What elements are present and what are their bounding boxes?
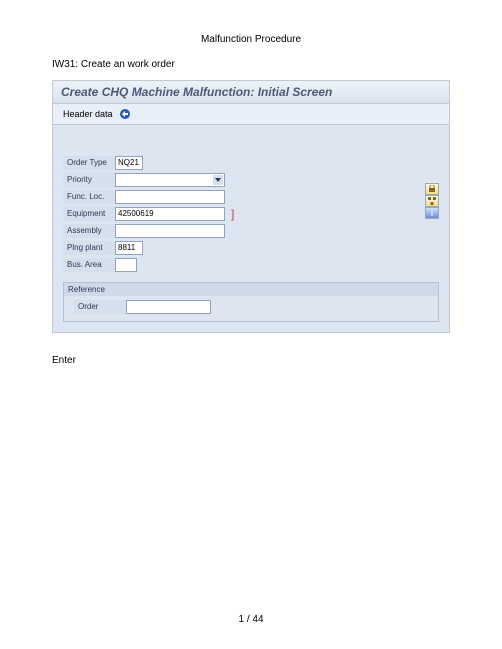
label-bus-area: Bus. Area xyxy=(63,258,115,272)
input-bus-area[interactable] xyxy=(115,258,137,272)
row-order-type: Order Type xyxy=(63,155,439,170)
enter-text: Enter xyxy=(0,333,502,366)
sap-panel: Create CHQ Machine Malfunction: Initial … xyxy=(52,80,450,333)
lock-icon[interactable] xyxy=(425,183,439,195)
panel-title: Create CHQ Machine Malfunction: Initial … xyxy=(53,81,449,104)
input-order-type[interactable] xyxy=(115,156,143,170)
row-bus-area: Bus. Area xyxy=(63,257,439,272)
row-func-loc: Func. Loc. xyxy=(63,189,439,204)
chevron-down-icon xyxy=(213,175,223,185)
input-assembly[interactable] xyxy=(115,224,225,238)
row-equipment: Equipment ] xyxy=(63,206,439,221)
page-number: 1 / 44 xyxy=(0,614,502,625)
row-plng-plant: Plng plant xyxy=(63,240,439,255)
required-marker-icon: ] xyxy=(231,207,234,221)
input-func-loc[interactable] xyxy=(115,190,225,204)
form-area: Order Type Priority Func. Loc. Equipment… xyxy=(53,125,449,332)
row-assembly: Assembly xyxy=(63,223,439,238)
info-icon[interactable]: i xyxy=(425,207,439,219)
structure-icon[interactable] xyxy=(425,195,439,207)
input-equipment[interactable] xyxy=(115,207,225,221)
header-data-icon[interactable] xyxy=(119,108,131,120)
toolbar-label: Header data xyxy=(63,109,113,119)
row-priority: Priority xyxy=(63,172,439,187)
doc-subtitle: IW31: Create an work order xyxy=(0,59,502,80)
doc-title: Malfunction Procedure xyxy=(0,0,502,59)
label-equipment: Equipment xyxy=(63,207,115,221)
label-plng-plant: Plng plant xyxy=(63,241,115,255)
side-icons: i xyxy=(425,183,439,219)
input-reference-order[interactable] xyxy=(126,300,211,314)
input-plng-plant[interactable] xyxy=(115,241,143,255)
label-order-type: Order Type xyxy=(63,156,115,170)
label-func-loc: Func. Loc. xyxy=(63,190,115,204)
reference-header: Reference xyxy=(64,283,438,296)
select-priority[interactable] xyxy=(115,173,225,187)
label-priority: Priority xyxy=(63,173,115,187)
row-reference-order: Order xyxy=(74,299,428,314)
label-assembly: Assembly xyxy=(63,224,115,238)
label-reference-order: Order xyxy=(74,300,126,314)
svg-text:i: i xyxy=(431,210,433,217)
reference-block: Reference Order xyxy=(63,282,439,322)
toolbar: Header data xyxy=(53,104,449,125)
